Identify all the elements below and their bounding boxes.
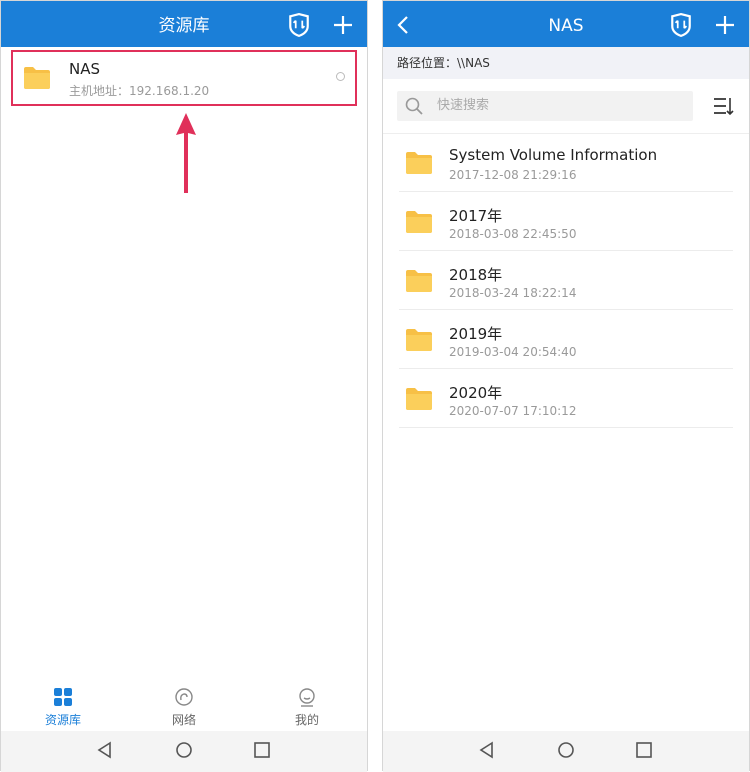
tab-label: 我的 [294, 713, 319, 727]
folder-icon [406, 211, 432, 233]
nas-server-item[interactable]: NAS 主机地址：192.168.1.20 [11, 50, 357, 106]
folder-icon [406, 329, 432, 351]
file-name: 2017年 [449, 207, 503, 225]
file-date: 2018-03-24 18:22:14 [449, 286, 577, 300]
tab-label: 网络 [171, 713, 196, 727]
shield-icon[interactable] [287, 13, 311, 37]
system-nav-bar [383, 731, 749, 772]
file-name: System Volume Information [449, 146, 658, 164]
file-date: 2017-12-08 21:29:16 [449, 168, 577, 182]
bottom-tab-bar: 资源库 网络 我的 [1, 683, 367, 729]
folder-icon [406, 388, 432, 410]
add-icon[interactable] [331, 13, 355, 37]
back-triangle-icon[interactable] [478, 741, 496, 759]
path-breadcrumb: 路径位置：\\NAS [383, 47, 749, 79]
file-row[interactable]: 2020年 2020-07-07 17:10:12 [399, 369, 733, 428]
left-screen: 资源库 NAS 主机地址：192.168.1.20 资源库 网络 我的 [0, 0, 368, 772]
folder-icon [406, 270, 432, 292]
path-label: 路径位置： [397, 56, 458, 70]
tab-profile[interactable]: 我的 [267, 683, 347, 728]
file-row[interactable]: 2018年 2018-03-24 18:22:14 [399, 251, 733, 310]
file-name: 2018年 [449, 266, 503, 284]
file-row[interactable]: 2019年 2019-03-04 20:54:40 [399, 310, 733, 369]
search-icon [405, 97, 423, 115]
folder-icon [24, 67, 50, 89]
shield-icon[interactable] [669, 13, 693, 37]
file-list: System Volume Information 2017-12-08 21:2… [383, 133, 749, 428]
home-circle-icon[interactable] [557, 741, 575, 759]
recents-square-icon[interactable] [635, 741, 653, 759]
page-title: NAS [548, 16, 584, 36]
tab-label: 资源库 [44, 713, 81, 727]
back-triangle-icon[interactable] [96, 741, 114, 759]
file-date: 2020-07-07 17:10:12 [449, 404, 577, 418]
file-date: 2018-03-08 22:45:50 [449, 227, 577, 241]
file-name: 2019年 [449, 325, 503, 343]
file-name: 2020年 [449, 384, 503, 402]
search-placeholder: 快速搜索 [437, 98, 490, 113]
system-nav-bar [1, 731, 367, 772]
sort-icon[interactable] [713, 95, 735, 117]
tab-network[interactable]: 网络 [144, 683, 224, 728]
status-indicator [336, 72, 345, 81]
server-address: 主机地址：192.168.1.20 [69, 82, 209, 99]
profile-icon [299, 688, 315, 707]
page-title: 资源库 [158, 16, 210, 36]
search-input[interactable]: 快速搜索 [397, 91, 693, 121]
right-screen: NAS 路径位置：\\NAS 快速搜索 System Volume Inform… [382, 0, 750, 772]
server-name: NAS [69, 60, 101, 78]
folder-icon [406, 152, 432, 174]
add-icon[interactable] [713, 13, 737, 37]
file-row[interactable]: 2017年 2018-03-08 22:45:50 [399, 192, 733, 251]
file-row[interactable]: System Volume Information 2017-12-08 21:2… [399, 133, 733, 192]
tab-library[interactable]: 资源库 [23, 683, 103, 728]
server-address-label: 主机地址： [69, 84, 130, 98]
home-circle-icon[interactable] [175, 741, 193, 759]
app-bar: 资源库 [1, 1, 367, 47]
recents-square-icon[interactable] [253, 741, 271, 759]
file-date: 2019-03-04 20:54:40 [449, 345, 577, 359]
path-value: \\NAS [457, 56, 490, 70]
server-address-value: 192.168.1.20 [129, 84, 210, 98]
grid-icon [54, 688, 72, 706]
network-icon [175, 688, 193, 706]
app-bar: NAS [383, 1, 749, 47]
annotation-arrow [176, 113, 196, 193]
